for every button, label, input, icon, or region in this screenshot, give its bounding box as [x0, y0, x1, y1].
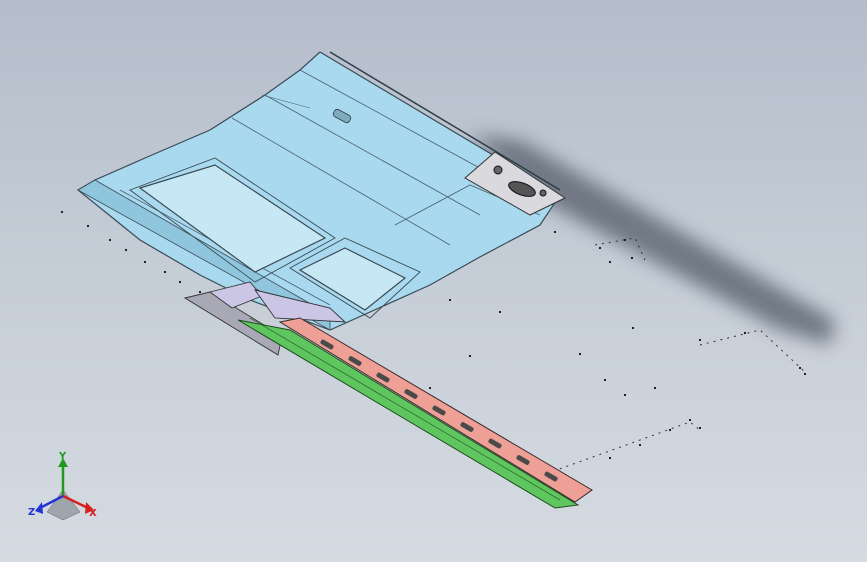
side-rail[interactable]	[278, 317, 593, 503]
construction-lines	[539, 237, 806, 477]
model-shadow	[470, 135, 835, 345]
z-axis-label: Z	[28, 507, 35, 518]
reinforcement-strip[interactable]	[237, 317, 580, 509]
x-axis-label: X	[89, 508, 97, 519]
z-axis-arrowhead	[35, 502, 43, 514]
cad-model-scene[interactable]: Y X Z	[0, 0, 867, 562]
view-triad[interactable]: Y X Z	[28, 451, 97, 521]
y-axis-label: Y	[58, 451, 67, 462]
cad-graphics-viewport[interactable]: Y X Z	[0, 0, 867, 562]
